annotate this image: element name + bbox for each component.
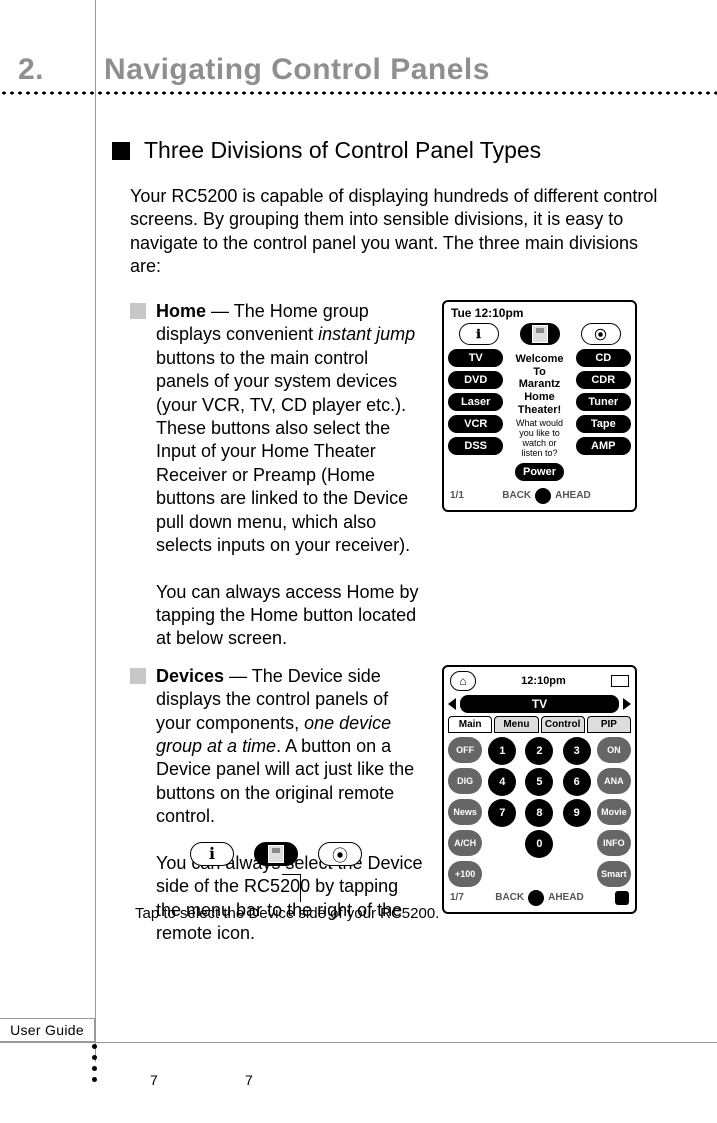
nav-ball-icon (528, 890, 544, 906)
page-number: 7 (150, 1072, 158, 1088)
footer-rule (0, 1042, 717, 1043)
dotted-rule (0, 90, 717, 96)
battery-icon (611, 675, 629, 687)
square-bullet-icon (130, 303, 146, 319)
chapter-number: 2. (18, 53, 44, 87)
devices-text: Devices — The Device side displays the c… (156, 665, 426, 946)
left-margin-rule (95, 0, 96, 1062)
figure-caption: Tap to select the Device side of your RC… (135, 905, 439, 922)
chapter-title: Navigating Control Panels (104, 53, 490, 87)
home-label: Home (156, 301, 206, 321)
home-screen-figure: Tue 12:10pm ℹ ⦿ TV DVD Laser VCR (442, 300, 637, 651)
footer-dots (92, 1044, 97, 1082)
chapter-heading: 2. Navigating Control Panels (18, 53, 490, 87)
home-icon: ⌂ (450, 671, 476, 691)
mode-icon: ⦿ (581, 323, 621, 345)
info-icon: ℹ (190, 842, 234, 866)
home-text: Home — The Home group displays convenien… (156, 300, 426, 651)
device-screen-figure: ⌂ 12:10pm TV Main Menu Control (442, 665, 637, 946)
remote-icon (520, 323, 560, 345)
info-icon: ℹ (459, 323, 499, 345)
right-arrow-icon (623, 698, 631, 710)
intro-paragraph: Your RC5200 is capable of displaying hun… (130, 185, 665, 279)
corner-icon (615, 891, 629, 905)
user-guide-tab: User Guide (0, 1018, 95, 1042)
square-bullet-icon (130, 668, 146, 684)
section-heading: Three Divisions of Control Panel Types (112, 137, 541, 164)
mode-icon: ⦿ (318, 842, 362, 866)
remote-icon (254, 842, 298, 866)
welcome-text: Welcome To Marantz Home Theater! What wo… (515, 353, 563, 481)
list-item-home: Home — The Home group displays convenien… (130, 300, 690, 651)
left-arrow-icon (448, 698, 456, 710)
callout-line (300, 874, 301, 902)
nav-ball-icon (535, 488, 551, 504)
square-bullet-icon (112, 142, 130, 160)
list-item-devices: Devices — The Device side displays the c… (130, 665, 690, 946)
section-title: Three Divisions of Control Panel Types (144, 137, 541, 164)
home-screen-time: Tue 12:10pm (451, 306, 523, 320)
device-name: TV (460, 695, 619, 713)
devices-label: Devices (156, 666, 224, 686)
page-number: 7 (245, 1072, 253, 1088)
menu-bar-figure: ℹ ⦿ (180, 830, 372, 878)
